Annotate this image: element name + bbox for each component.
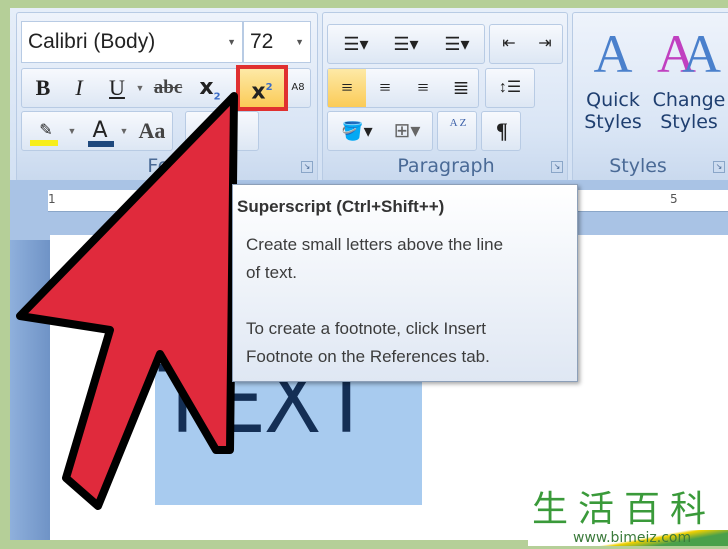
tooltip-body: Create small letters above the line of t…: [246, 235, 504, 366]
watermark-logo: 生活百科 www.bimeiz.com: [528, 490, 728, 549]
arrow-shape: [16, 92, 238, 510]
watermark-chars: 生活百科: [532, 489, 717, 530]
tooltip: Superscript (Ctrl+Shift++) Create small …: [232, 184, 578, 382]
tooltip-title: Superscript (Ctrl+Shift++): [237, 197, 445, 216]
